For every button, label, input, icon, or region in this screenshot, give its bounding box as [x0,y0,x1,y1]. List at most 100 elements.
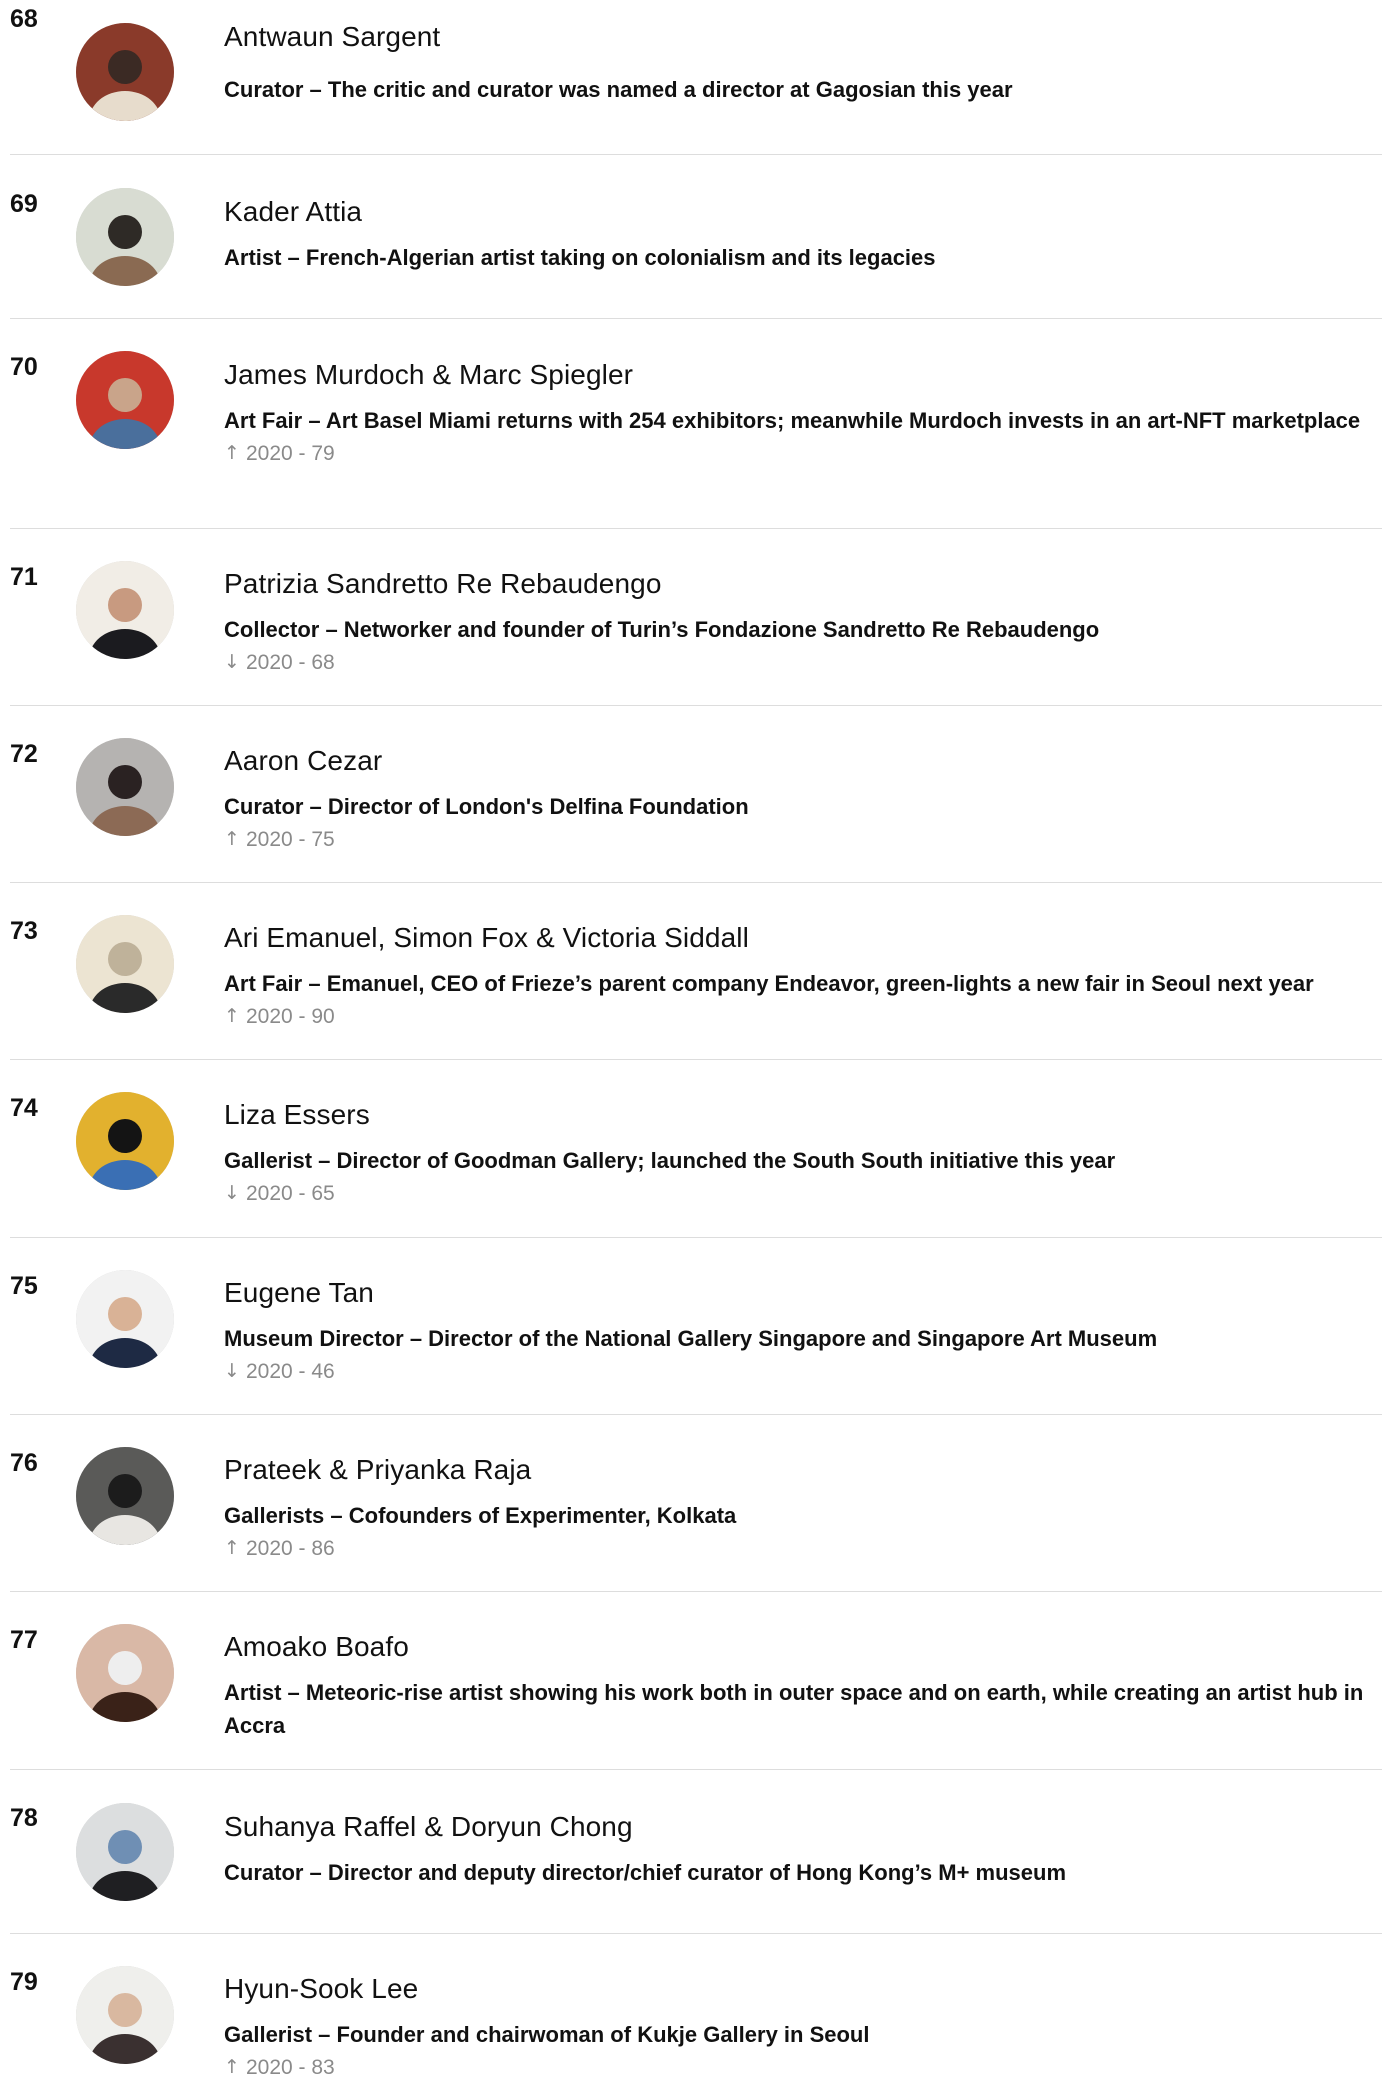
list-item[interactable]: 68 Antwaun Sargent Curator – The critic … [10,0,1382,155]
person-name[interactable]: Ari Emanuel, Simon Fox & Victoria Siddal… [224,921,1372,955]
rank-number: 73 [10,917,38,945]
person-name[interactable]: Suhanya Raffel & Doryun Chong [224,1810,1372,1844]
rank-change: ↑ 2020 - 75 [224,823,1372,856]
rank-number: 71 [10,563,38,591]
list-item[interactable]: 71 Patrizia Sandretto Re Rebaudengo Coll… [10,529,1382,706]
rank-change: ↑ 2020 - 90 [224,1000,1372,1033]
list-item[interactable]: 69 Kader Attia Artist – French-Algerian … [10,155,1382,319]
avatar-photo [76,188,174,286]
rank-change-arrow-icon: ↓ [224,651,240,673]
avatar[interactable] [76,1092,174,1190]
avatar[interactable] [76,1270,174,1368]
person-name[interactable]: Prateek & Priyanka Raja [224,1453,1372,1487]
rank-change: ↓ 2020 - 68 [224,646,1372,679]
rank-number: 75 [10,1272,38,1300]
avatar[interactable] [76,1966,174,2064]
avatar-head [108,942,142,976]
list-item[interactable]: 72 Aaron Cezar Curator – Director of Lon… [10,706,1382,883]
person-name[interactable]: Aaron Cezar [224,744,1372,778]
avatar[interactable] [76,23,174,121]
person-name[interactable]: Hyun-Sook Lee [224,1972,1372,2006]
avatar-head [108,1119,142,1153]
description: Gallerists – Cofounders of Experimenter,… [224,1503,737,1528]
description: Museum Director – Director of the Nation… [224,1326,1158,1351]
avatar-head [108,1993,142,2027]
description: Gallerist – Director of Goodman Gallery;… [224,1148,1116,1173]
rank-number: 72 [10,740,38,768]
list-item[interactable]: 78 Suhanya Raffel & Doryun Chong Curator… [10,1770,1382,1934]
rank-number: 77 [10,1626,38,1654]
avatar-photo [76,351,174,449]
rank-number: 69 [10,190,38,218]
person-name[interactable]: Amoako Boafo [224,1630,1372,1664]
avatar[interactable] [76,561,174,659]
avatar-photo [76,915,174,1013]
avatar-photo [76,23,174,121]
person-name[interactable]: Kader Attia [224,195,1372,229]
avatar-head [108,1830,142,1864]
rank-number: 78 [10,1804,38,1832]
avatar-head [108,1651,142,1685]
rank-number: 70 [10,353,38,381]
rank-change: ↑ 2020 - 83 [224,2051,1372,2084]
rank-change-label: 2020 - 68 [246,651,335,674]
list-item[interactable]: 77 Amoako Boafo Artist – Meteoric-rise a… [10,1592,1382,1770]
avatar-head [108,765,142,799]
description: Artist – Meteoric-rise artist showing hi… [224,1680,1364,1738]
person-name[interactable]: Patrizia Sandretto Re Rebaudengo [224,567,1372,601]
person-name[interactable]: James Murdoch & Marc Spiegler [224,358,1372,392]
list-item[interactable]: 76 Prateek & Priyanka Raja Gallerists – … [10,1415,1382,1592]
rank-change-label: 2020 - 46 [246,1360,335,1383]
avatar[interactable] [76,1447,174,1545]
list-item[interactable]: 79 Hyun-Sook Lee Gallerist – Founder and… [10,1934,1382,2079]
rank-change-label: 2020 - 86 [246,1537,335,1560]
avatar[interactable] [76,188,174,286]
rank-change-arrow-icon: ↑ [224,2056,240,2078]
rank-change: ↓ 2020 - 65 [224,1177,1372,1210]
avatar-photo [76,1803,174,1901]
list-item[interactable]: 75 Eugene Tan Museum Director – Director… [10,1238,1382,1415]
avatar[interactable] [76,738,174,836]
avatar-head [108,1297,142,1331]
person-name[interactable]: Eugene Tan [224,1276,1372,1310]
rank-number: 74 [10,1094,38,1122]
description: Art Fair – Art Basel Miami returns with … [224,408,1361,433]
description: Curator – The critic and curator was nam… [224,77,1013,102]
avatar[interactable] [76,1803,174,1901]
avatar[interactable] [76,1624,174,1722]
avatar-head [108,1474,142,1508]
rank-change-arrow-icon: ↑ [224,442,240,464]
avatar-head [108,50,142,84]
person-name[interactable]: Antwaun Sargent [224,20,1372,54]
person-name[interactable]: Liza Essers [224,1098,1372,1132]
rank-change-arrow-icon: ↓ [224,1360,240,1382]
avatar-photo [76,1447,174,1545]
rank-change: ↑ 2020 - 79 [224,437,1372,470]
avatar[interactable] [76,915,174,1013]
list-item[interactable]: 73 Ari Emanuel, Simon Fox & Victoria Sid… [10,883,1382,1060]
rank-change-label: 2020 - 75 [246,828,335,851]
rank-change: ↓ 2020 - 46 [224,1355,1372,1388]
avatar[interactable] [76,351,174,449]
description: Curator – Director and deputy director/c… [224,1860,1067,1885]
rank-change-arrow-icon: ↑ [224,1005,240,1027]
rank-change-arrow-icon: ↑ [224,1537,240,1559]
avatar-photo [76,1270,174,1368]
avatar-photo [76,1966,174,2064]
rank-change-arrow-icon: ↓ [224,1182,240,1204]
description: Art Fair – Emanuel, CEO of Frieze’s pare… [224,971,1314,996]
avatar-head [108,215,142,249]
avatar-photo [76,1092,174,1190]
rank-change-label: 2020 - 65 [246,1182,335,1205]
rank-change-arrow-icon: ↑ [224,828,240,850]
description: Gallerist – Founder and chairwoman of Ku… [224,2022,870,2047]
list-item[interactable]: 74 Liza Essers Gallerist – Director of G… [10,1060,1382,1238]
avatar-photo [76,561,174,659]
list-item[interactable]: 70 James Murdoch & Marc Spiegler Art Fai… [10,319,1382,529]
description: Artist – French-Algerian artist taking o… [224,245,936,270]
rank-change-label: 2020 - 79 [246,442,335,465]
avatar-head [108,378,142,412]
avatar-photo [76,738,174,836]
rank-number: 76 [10,1449,38,1477]
avatar-photo [76,1624,174,1722]
